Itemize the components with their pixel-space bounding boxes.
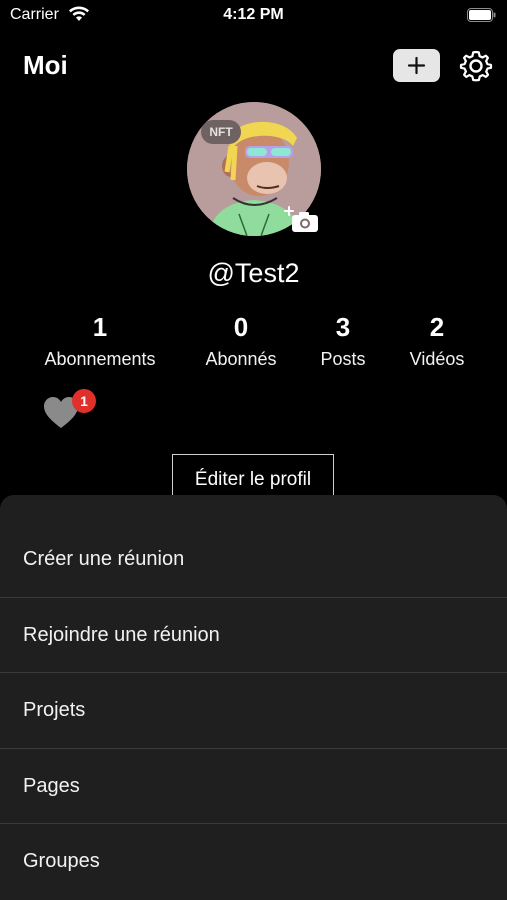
menu-item-label: Groupes: [23, 850, 100, 872]
menu-item-label: Projets: [23, 699, 86, 721]
username: @Test2: [207, 258, 300, 288]
stat-label: Posts: [320, 349, 366, 369]
menu-item-label: Rejoindre une réunion: [23, 624, 220, 646]
menu-item-label: Pages: [23, 775, 80, 797]
stat-videos[interactable]: 2 Vidéos: [396, 312, 478, 370]
menu-item-pages[interactable]: Pages: [0, 748, 507, 823]
menu-item-groups[interactable]: Groupes: [0, 823, 507, 898]
add-button[interactable]: [393, 49, 440, 82]
plus-icon: [407, 56, 426, 75]
menu-item-projects[interactable]: Projets: [0, 672, 507, 747]
stat-posts[interactable]: 3 Posts: [308, 312, 378, 370]
battery-icon: [467, 8, 496, 22]
stat-value: 2: [429, 312, 445, 342]
menu-item-join-meeting[interactable]: Rejoindre une réunion: [0, 597, 507, 672]
nft-badge: NFT: [201, 120, 241, 144]
stat-label: Abonnements: [44, 349, 156, 369]
stat-value: 3: [335, 312, 351, 342]
page-title: Moi: [23, 50, 68, 80]
clock: 4:12 PM: [223, 6, 284, 23]
notification-badge: 1: [72, 389, 96, 413]
stat-value: 1: [92, 312, 108, 342]
gear-icon[interactable]: [459, 49, 493, 83]
status-bar: Carrier 4:12 PM: [0, 0, 507, 32]
stat-following[interactable]: 1 Abonnements: [30, 312, 170, 370]
stat-followers[interactable]: 0 Abonnés: [190, 312, 292, 370]
stat-value: 0: [233, 312, 249, 342]
stat-label: Vidéos: [409, 349, 465, 369]
stat-label: Abonnés: [205, 349, 277, 369]
menu-item-create-meeting[interactable]: Créer une réunion: [0, 522, 507, 597]
action-sheet: Créer une réunion Rejoindre une réunion …: [0, 495, 507, 900]
menu-item-label: Créer une réunion: [23, 548, 185, 570]
camera-add-icon[interactable]: [284, 204, 320, 234]
